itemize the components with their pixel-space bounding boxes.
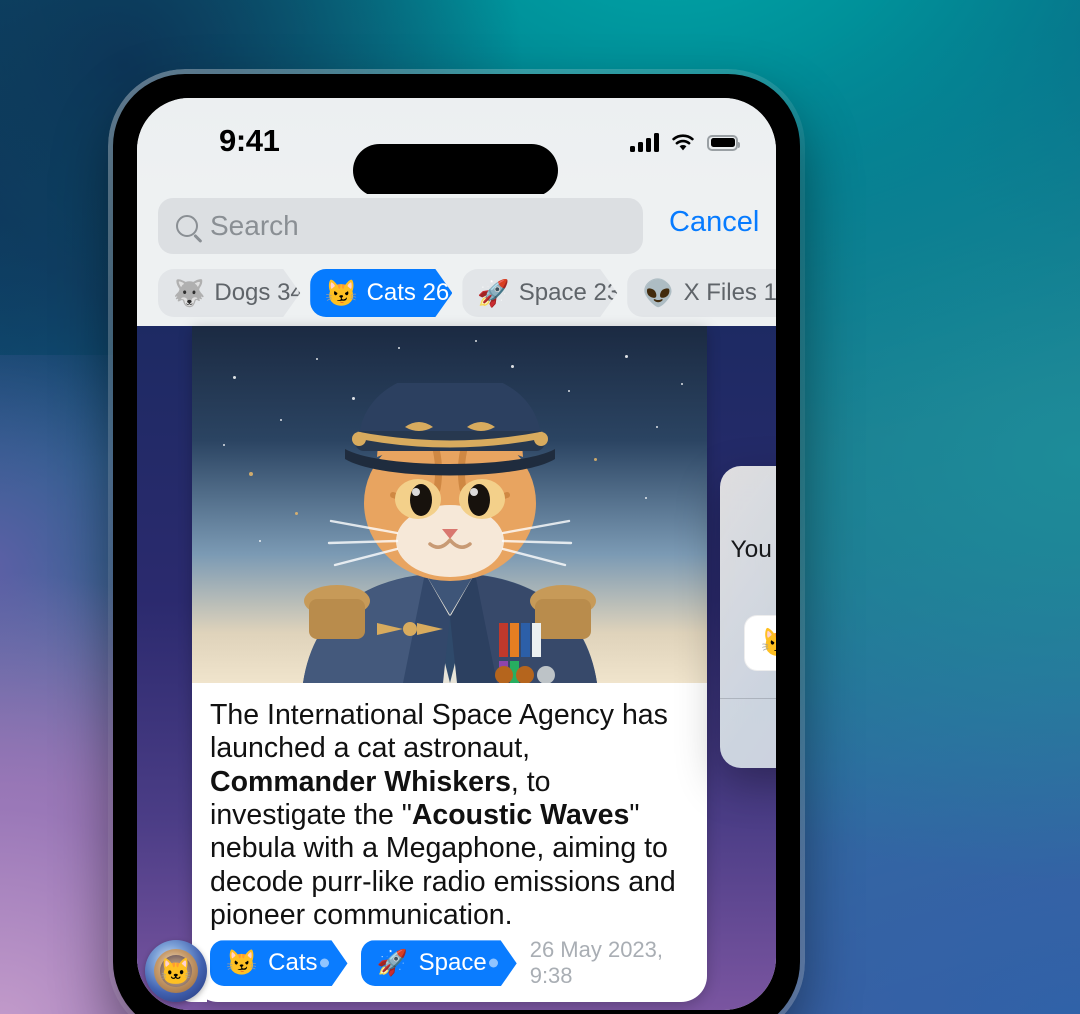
card-text-emphasis: Commander Whiskers — [210, 765, 511, 798]
search-cancel-button[interactable]: Cancel — [669, 206, 759, 239]
tag-filter-chip-cats[interactable]: 😼 Cats 26 — [310, 269, 452, 317]
tag-filter-label: Space 23 — [518, 279, 621, 306]
status-bar: 9:41 — [137, 98, 776, 197]
tag-filter-label: Cats 26 — [366, 279, 450, 306]
tag-emoji-icon: 🚀 — [477, 278, 510, 308]
phone-device-frame: 9:41 Search Cancel 🐺 Dogs 34 😼 Cats 26 🚀 Spa — [113, 74, 800, 1014]
search-input[interactable]: Search — [158, 198, 643, 254]
cellular-signal-icon — [630, 133, 659, 152]
cat-commander-portrait — [302, 383, 597, 683]
search-bar-row: Search Cancel — [137, 194, 776, 266]
tag-emoji-icon: 😼 — [226, 948, 258, 977]
card-tag-cats[interactable]: 😼 Cats — [210, 940, 348, 986]
add-name-dialog[interactable]: Add Name You can label your emoji tag wi… — [720, 466, 776, 768]
avatar[interactable]: 🐱 — [145, 940, 207, 1002]
dynamic-island — [353, 144, 558, 197]
feed-list: 🐱 The International Space Agency has lau… — [137, 326, 776, 1010]
card-text-segment: The International Space Agency has launc… — [210, 699, 668, 765]
dialog-message: You can label your emoji tag with a text… — [730, 536, 776, 563]
wifi-icon — [672, 134, 694, 151]
card-text-emphasis: Acoustic Waves — [411, 799, 630, 832]
tag-hole-icon — [489, 959, 498, 968]
card-tag-list[interactable]: 😼 Cats 🚀 Space — [210, 940, 517, 986]
tag-filter-chip-x-files[interactable]: 👽 X Files 18 — [627, 269, 776, 317]
tag-emoji-icon: 🐺 — [173, 278, 206, 308]
name-input[interactable]: 😼 Cats 6 — [744, 615, 776, 671]
dialog-title: Add Name — [720, 466, 776, 526]
avatar-cat-face: 🐱 — [159, 956, 193, 987]
dialog-cancel-button[interactable]: Cancel — [720, 699, 776, 768]
status-bar-clock: 9:41 — [219, 123, 280, 158]
tag-filter-label: Dogs 34 — [214, 279, 304, 306]
tag-filter-label: X Files 18 — [683, 279, 776, 306]
tag-filter-row[interactable]: 🐺Dogs 34😼Cats 26🚀Space 23👽X Files 18💼 — [137, 266, 776, 326]
tag-filter-chip-space[interactable]: 🚀 Space 23 — [462, 269, 617, 317]
phone-screen: 9:41 Search Cancel 🐺 Dogs 34 😼 Cats 26 🚀 Spa — [137, 98, 776, 1010]
tag-hole-icon — [320, 959, 329, 968]
card-timestamp: 26 May 2023, 9:38 — [529, 937, 664, 989]
tag-emoji-icon: 😼 — [325, 278, 358, 308]
dialog-actions: Cancel Done — [720, 698, 776, 768]
card-tag-label: Cats — [268, 949, 318, 977]
card-footer: 😼 Cats 🚀 Space 26 May 2023, 9:38 — [192, 936, 707, 1002]
search-icon — [176, 215, 198, 237]
status-bar-icons — [630, 133, 740, 152]
tag-emoji-icon: 🚀 — [376, 948, 408, 977]
card-tag-space[interactable]: 🚀 Space — [361, 940, 517, 986]
search-input-placeholder: Search — [210, 210, 299, 241]
card-image — [192, 326, 707, 683]
cat-emoji-icon: 😼 — [761, 629, 776, 657]
tag-emoji-icon: 👽 — [642, 278, 675, 308]
battery-icon — [707, 134, 740, 151]
feed-card[interactable]: The International Space Agency has launc… — [192, 326, 707, 1003]
card-text: The International Space Agency has launc… — [192, 683, 707, 936]
card-tag-label: Space — [418, 949, 487, 977]
tag-filter-chip-dogs[interactable]: 🐺 Dogs 34 — [158, 269, 300, 317]
